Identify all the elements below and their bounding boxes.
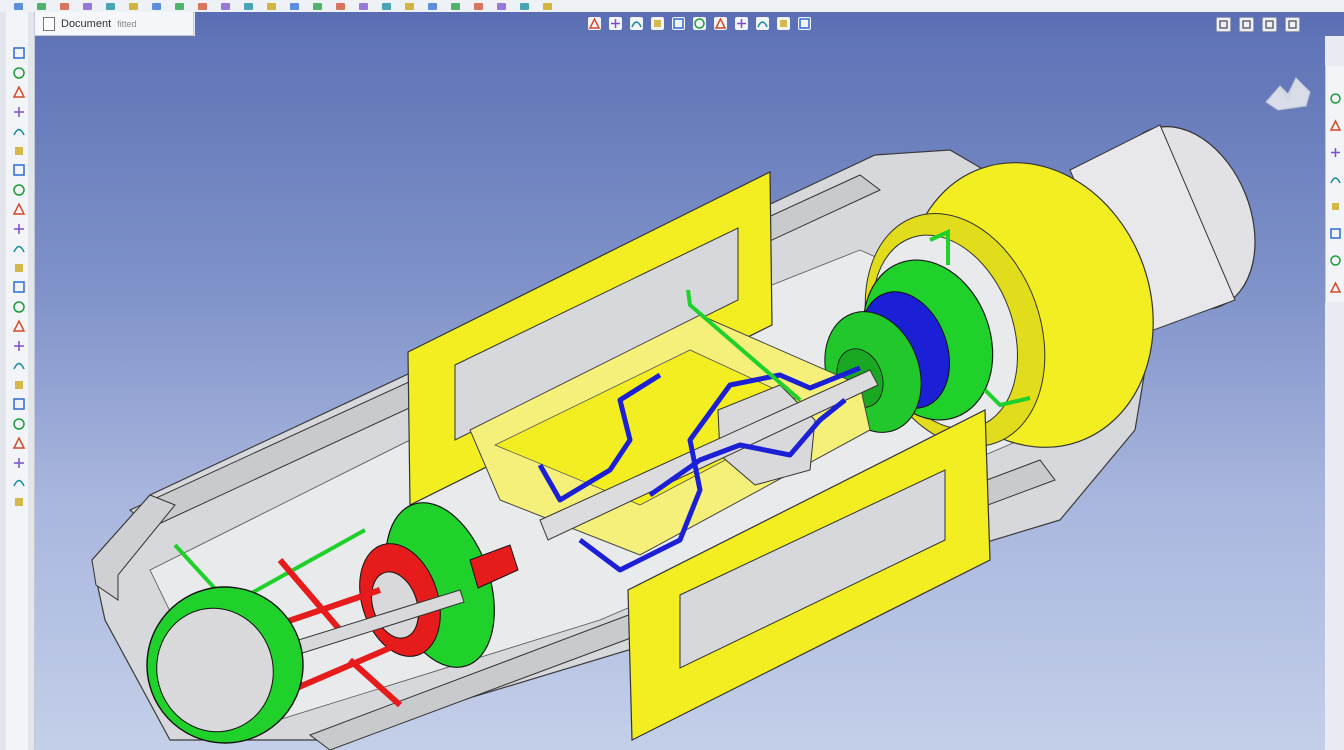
rectangle-icon[interactable] (12, 124, 26, 138)
file-explorer-icon[interactable] (1329, 144, 1342, 157)
document-tab-suffix: fitted (117, 18, 137, 29)
smart-dimension-icon[interactable] (12, 85, 26, 99)
repair-icon[interactable] (12, 495, 26, 509)
extend-icon[interactable] (12, 339, 26, 353)
line-icon[interactable] (12, 105, 26, 119)
file-icon[interactable] (14, 2, 23, 10)
sketch-icon[interactable] (12, 66, 26, 80)
window-controls (1216, 17, 1300, 32)
trim-icon[interactable] (12, 319, 26, 333)
document-tab[interactable]: Document fitted (34, 12, 194, 36)
document-tab-label: Document (61, 17, 112, 30)
polygon-icon[interactable] (12, 183, 26, 197)
mirror-icon[interactable] (520, 2, 529, 10)
chamfer-icon[interactable] (474, 2, 483, 10)
previous-view-icon[interactable] (630, 17, 643, 30)
scale-icon[interactable] (12, 417, 26, 431)
fillet-icon[interactable] (12, 261, 26, 275)
rebuild-icon[interactable] (175, 2, 184, 10)
relations-icon[interactable] (12, 456, 26, 470)
task-pane-tabs (1325, 66, 1344, 302)
minimize-icon[interactable] (1262, 17, 1277, 32)
options-icon[interactable] (198, 2, 207, 10)
extrude-icon[interactable] (359, 2, 368, 10)
pattern-icon[interactable] (543, 2, 552, 10)
dynamic-annotation-icon[interactable] (672, 17, 685, 30)
view-palette-icon[interactable] (1329, 252, 1342, 266)
save-icon[interactable] (60, 2, 69, 10)
close-icon[interactable] (1285, 17, 1300, 32)
design-library-icon[interactable] (1329, 117, 1342, 131)
left-toolbar (0, 12, 35, 750)
edit-appearance-icon[interactable] (756, 17, 769, 30)
trim-icon[interactable] (336, 2, 345, 10)
print-icon[interactable] (83, 2, 92, 10)
appearances-icon[interactable] (1329, 198, 1342, 211)
point-icon[interactable] (12, 222, 26, 236)
section-view-icon[interactable] (651, 17, 664, 30)
display-icon[interactable] (12, 475, 26, 489)
pattern-icon[interactable] (12, 436, 26, 450)
circle-icon[interactable] (12, 144, 26, 158)
arc-icon[interactable] (290, 2, 299, 10)
help-icon[interactable] (221, 2, 230, 10)
display-style-icon[interactable] (714, 17, 727, 30)
spline-icon[interactable] (12, 202, 26, 216)
forum-icon[interactable] (1329, 279, 1342, 293)
apply-scene-icon[interactable] (777, 17, 790, 30)
rotate-icon[interactable] (12, 397, 26, 411)
custom-properties-icon[interactable] (1329, 225, 1342, 239)
line-icon[interactable] (267, 2, 276, 10)
zoom-area-icon[interactable] (609, 17, 622, 30)
document-icon (43, 16, 55, 31)
view-settings-icon[interactable] (798, 17, 811, 30)
text-icon[interactable] (12, 241, 26, 255)
spline-icon[interactable] (313, 2, 322, 10)
tile-icon[interactable] (1239, 17, 1254, 32)
restore-icon[interactable] (1216, 17, 1231, 32)
loft-icon[interactable] (428, 2, 437, 10)
new-part-icon[interactable] (12, 46, 26, 60)
zoom-to-fit-icon[interactable] (588, 17, 601, 30)
move-icon[interactable] (12, 378, 26, 392)
resources-icon[interactable] (1329, 90, 1342, 104)
hide-show-icon[interactable] (735, 17, 748, 30)
shell-icon[interactable] (497, 2, 506, 10)
assembly-model[interactable] (35, 36, 1325, 750)
revolve-icon[interactable] (382, 2, 391, 10)
sketch-icon[interactable] (244, 2, 253, 10)
heads-up-view-toolbar (588, 17, 811, 30)
undo-icon[interactable] (106, 2, 115, 10)
chamfer-icon[interactable] (12, 280, 26, 294)
mirror-icon[interactable] (12, 358, 26, 372)
arc-icon[interactable] (12, 163, 26, 177)
search-icon[interactable] (1329, 171, 1342, 184)
fillet-icon[interactable] (451, 2, 460, 10)
offset-icon[interactable] (12, 300, 26, 314)
open-icon[interactable] (37, 2, 46, 10)
view-orientation-icon[interactable] (693, 17, 706, 30)
sweep-icon[interactable] (405, 2, 414, 10)
select-icon[interactable] (152, 2, 161, 10)
redo-icon[interactable] (129, 2, 138, 10)
